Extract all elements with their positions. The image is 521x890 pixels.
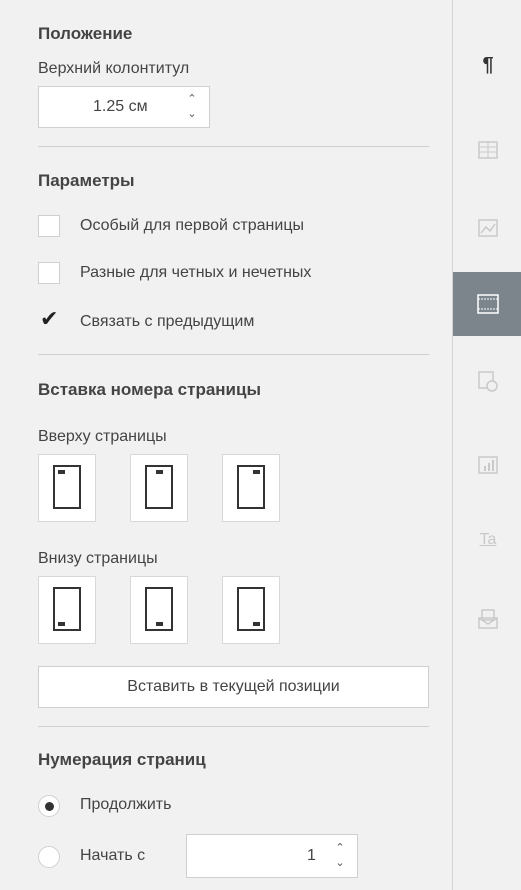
top-left-number-button[interactable] bbox=[38, 454, 96, 522]
radio-selected-dot bbox=[45, 802, 54, 811]
page-top-right-icon bbox=[237, 465, 265, 509]
link-previous-checkbox[interactable]: ✔ bbox=[38, 306, 60, 332]
check-icon: ✔ bbox=[40, 306, 59, 331]
spin-down-icon[interactable]: ⌄ bbox=[333, 856, 347, 870]
mail-merge-icon[interactable] bbox=[471, 602, 505, 636]
page-top-center-icon bbox=[145, 465, 173, 509]
spin-up-icon[interactable]: ⌃ bbox=[185, 92, 199, 106]
paragraph-icon[interactable]: ¶ bbox=[471, 48, 505, 82]
page-number-title: Вставка номера страницы bbox=[38, 380, 261, 399]
bottom-right-number-button[interactable] bbox=[222, 576, 280, 644]
bottom-of-page-label: Внизу страницы bbox=[38, 550, 158, 567]
insert-at-position-button[interactable]: Вставить в текущей позиции bbox=[38, 666, 429, 708]
divider bbox=[38, 354, 429, 355]
page-bottom-left-icon bbox=[53, 587, 81, 631]
first-page-checkbox[interactable] bbox=[38, 215, 60, 237]
spin-down-icon[interactable]: ⌄ bbox=[185, 107, 199, 121]
header-distance-value: 1.25 см bbox=[93, 98, 148, 115]
continue-label: Продолжить bbox=[80, 796, 172, 813]
page-bottom-right-icon bbox=[237, 587, 265, 631]
header-footer-icon[interactable] bbox=[471, 287, 505, 321]
params-title: Параметры bbox=[38, 171, 135, 190]
position-title: Положение bbox=[38, 24, 133, 43]
odd-even-label: Разные для четных и нечетных bbox=[80, 264, 312, 281]
page-bottom-center-icon bbox=[145, 587, 173, 631]
start-at-label: Начать с bbox=[80, 847, 146, 864]
odd-even-checkbox[interactable] bbox=[38, 262, 60, 284]
divider bbox=[38, 726, 429, 727]
divider bbox=[38, 146, 429, 147]
table-icon[interactable] bbox=[471, 133, 505, 167]
header-distance-label: Верхний колонтитул bbox=[38, 60, 190, 77]
chart-icon[interactable] bbox=[471, 448, 505, 482]
page-top-left-icon bbox=[53, 465, 81, 509]
top-center-number-button[interactable] bbox=[130, 454, 188, 522]
start-at-value: 1 bbox=[307, 847, 316, 864]
bottom-center-number-button[interactable] bbox=[130, 576, 188, 644]
start-at-radio[interactable] bbox=[38, 846, 60, 868]
start-at-spinner[interactable]: 1 ⌃ ⌄ bbox=[186, 834, 358, 878]
numbering-title: Нумерация страниц bbox=[38, 750, 206, 769]
bottom-left-number-button[interactable] bbox=[38, 576, 96, 644]
image-icon[interactable] bbox=[471, 211, 505, 245]
spin-up-icon[interactable]: ⌃ bbox=[333, 841, 347, 855]
settings-panel: Положение Верхний колонтитул 1.25 см ⌃ ⌄… bbox=[0, 0, 452, 890]
continue-radio[interactable] bbox=[38, 795, 60, 817]
shape-icon[interactable] bbox=[471, 365, 505, 399]
top-right-number-button[interactable] bbox=[222, 454, 280, 522]
right-toolbar: ¶ Ta bbox=[452, 0, 521, 890]
first-page-label: Особый для первой страницы bbox=[80, 217, 304, 234]
link-previous-label: Связать с предыдущим bbox=[80, 313, 255, 330]
header-distance-spinner[interactable]: 1.25 см ⌃ ⌄ bbox=[38, 86, 210, 128]
text-art-icon[interactable]: Ta bbox=[471, 523, 505, 557]
top-of-page-label: Вверху страницы bbox=[38, 428, 167, 445]
